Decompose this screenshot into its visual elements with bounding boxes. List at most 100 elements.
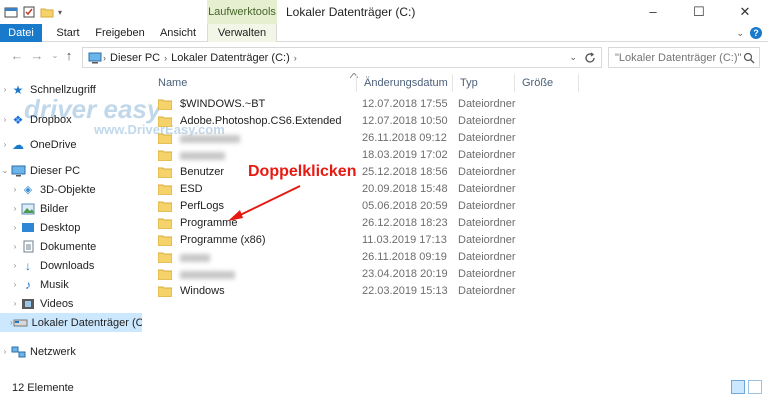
- column-divider[interactable]: [578, 74, 579, 92]
- help-icon[interactable]: ?: [750, 27, 762, 39]
- close-button[interactable]: ✕: [722, 0, 768, 24]
- tab-ansicht[interactable]: Ansicht: [156, 24, 200, 42]
- file-date: 18.03.2019 17:02: [362, 149, 448, 161]
- expand-chevron-icon[interactable]: ›: [0, 347, 10, 356]
- nav-item-dieser-pc[interactable]: ⌄ Dieser PC: [0, 161, 142, 180]
- nav-item-dokumente[interactable]: › Dokumente: [0, 237, 142, 256]
- folder-icon: [158, 99, 172, 110]
- back-arrow-icon[interactable]: ←: [10, 49, 24, 63]
- address-bar[interactable]: › Dieser PC › Lokaler Datenträger (C:) ›…: [82, 47, 602, 68]
- column-header-type[interactable]: Typ: [460, 72, 478, 94]
- table-row[interactable]: 26.11.2018 09:12 Dateiordner: [152, 130, 592, 147]
- nav-item-label: Musik: [40, 278, 69, 291]
- nav-item-videos[interactable]: › Videos: [0, 294, 142, 313]
- checkbox-icon[interactable]: [22, 6, 36, 18]
- expand-chevron-icon[interactable]: ›: [0, 115, 10, 124]
- column-divider[interactable]: [356, 74, 357, 92]
- column-divider[interactable]: [452, 74, 453, 92]
- table-row[interactable]: 18.03.2019 17:02 Dateiordner: [152, 147, 592, 164]
- expand-chevron-icon[interactable]: ›: [10, 280, 20, 289]
- nav-item-label: OneDrive: [30, 138, 77, 151]
- expand-chevron-icon[interactable]: ›: [10, 299, 20, 308]
- nav-item-downloads[interactable]: › ↓ Downloads: [0, 256, 142, 275]
- pictures-icon: [20, 202, 36, 216]
- expand-chevron-icon[interactable]: ›: [10, 261, 20, 270]
- table-row[interactable]: Programme 26.12.2018 18:23 Dateiordner: [152, 215, 592, 232]
- file-type: Dateiordner: [458, 200, 516, 212]
- table-row[interactable]: Programme (x86) 11.03.2019 17:13 Dateior…: [152, 232, 592, 249]
- minimize-button[interactable]: –: [630, 0, 676, 24]
- table-row[interactable]: Adobe.Photoshop.CS6.Extended 12.07.2018 …: [152, 113, 592, 130]
- tab-verwalten[interactable]: Verwalten: [207, 24, 277, 42]
- details-view-icon[interactable]: [731, 380, 745, 394]
- computer-icon: [10, 164, 26, 178]
- nav-item-musik[interactable]: › ♪ Musik: [0, 275, 142, 294]
- file-date: 25.12.2018 18:56: [362, 166, 448, 178]
- nav-item-lokaler-datentraeger[interactable]: › Lokaler Datenträger (C:): [0, 313, 142, 332]
- column-header-date[interactable]: Änderungsdatum: [364, 72, 448, 94]
- table-row[interactable]: 26.11.2018 09:19 Dateiordner: [152, 249, 592, 266]
- folder-icon: [158, 167, 172, 178]
- column-header-size[interactable]: Größe: [522, 72, 553, 94]
- file-name: Benutzer: [180, 166, 225, 178]
- ribbon-tabs: Datei Start Freigeben Ansicht Verwalten …: [0, 24, 768, 42]
- expand-chevron-icon[interactable]: ›: [0, 140, 10, 149]
- file-name: ESD: [180, 183, 203, 195]
- column-header-name[interactable]: Name: [158, 72, 187, 94]
- refresh-icon[interactable]: [583, 51, 597, 65]
- tab-datei[interactable]: Datei: [0, 24, 42, 42]
- folder-icon: [158, 201, 172, 212]
- table-row[interactable]: 23.04.2018 20:19 Dateiordner: [152, 266, 592, 283]
- chevron-down-icon[interactable]: ⌄: [736, 28, 744, 39]
- nav-item-3d-objekte[interactable]: › ◈ 3D-Objekte: [0, 180, 142, 199]
- nav-item-desktop[interactable]: › Desktop: [0, 218, 142, 237]
- large-icons-view-icon[interactable]: [748, 380, 762, 394]
- expand-chevron-icon[interactable]: ›: [10, 204, 20, 213]
- properties-icon[interactable]: [4, 6, 18, 18]
- search-box[interactable]: [608, 47, 760, 68]
- search-icon[interactable]: [743, 52, 755, 64]
- tab-start[interactable]: Start: [50, 24, 86, 42]
- forward-arrow-icon[interactable]: →: [30, 49, 44, 63]
- maximize-button[interactable]: ☐: [676, 0, 722, 24]
- search-input[interactable]: [609, 48, 741, 67]
- nav-item-label: Dokumente: [40, 240, 97, 253]
- expand-chevron-icon[interactable]: ›: [10, 223, 20, 232]
- table-row[interactable]: Benutzer 25.12.2018 18:56 Dateiordner: [152, 164, 592, 181]
- file-date: 26.11.2018 09:19: [362, 251, 447, 263]
- breadcrumb-separator-icon: ›: [103, 52, 106, 63]
- nav-item-netzwerk[interactable]: › Netzwerk: [0, 342, 142, 361]
- nav-item-dropbox[interactable]: › ❖ Dropbox: [0, 110, 142, 129]
- file-date: 26.12.2018 18:23: [362, 217, 448, 229]
- qat-dropdown-icon[interactable]: ▾: [58, 8, 62, 17]
- nav-item-schnellzugriff[interactable]: › ★ Schnellzugriff: [0, 80, 142, 99]
- breadcrumb-dieser-pc[interactable]: Dieser PC: [110, 52, 160, 64]
- table-row[interactable]: $WINDOWS.~BT 12.07.2018 17:55 Dateiordne…: [152, 96, 592, 113]
- address-dropdown-icon[interactable]: ⌄: [569, 52, 577, 63]
- table-row[interactable]: PerfLogs 05.06.2018 20:59 Dateiordner: [152, 198, 592, 215]
- column-divider[interactable]: [514, 74, 515, 92]
- tab-freigeben[interactable]: Freigeben: [94, 24, 146, 42]
- file-date: 11.03.2019 17:13: [362, 234, 447, 246]
- expand-chevron-icon[interactable]: ›: [0, 85, 10, 94]
- table-row[interactable]: Windows 22.03.2019 15:13 Dateiordner: [152, 283, 592, 300]
- file-type: Dateiordner: [458, 149, 516, 161]
- table-row[interactable]: ESD 20.09.2018 15:48 Dateiordner: [152, 181, 592, 198]
- collapse-chevron-icon[interactable]: ⌄: [0, 166, 10, 175]
- breadcrumb-local-disk[interactable]: Lokaler Datenträger (C:): [171, 52, 290, 64]
- recent-locations-icon[interactable]: ⌄: [48, 49, 62, 63]
- expand-chevron-icon[interactable]: ›: [10, 242, 20, 251]
- folder-icon: [158, 252, 172, 263]
- annotation-label: Doppelklicken: [248, 163, 357, 180]
- file-type: Dateiordner: [458, 285, 516, 297]
- folder-icon: [158, 133, 172, 144]
- up-arrow-icon[interactable]: ↑: [62, 49, 76, 63]
- file-type: Dateiordner: [458, 251, 516, 263]
- file-type: Dateiordner: [458, 268, 516, 280]
- drive-icon: [13, 316, 28, 330]
- new-folder-icon[interactable]: [40, 6, 54, 18]
- nav-item-bilder[interactable]: › Bilder: [0, 199, 142, 218]
- file-name-blurred: [180, 135, 240, 143]
- nav-item-onedrive[interactable]: › ☁ OneDrive: [0, 135, 142, 154]
- expand-chevron-icon[interactable]: ›: [10, 185, 20, 194]
